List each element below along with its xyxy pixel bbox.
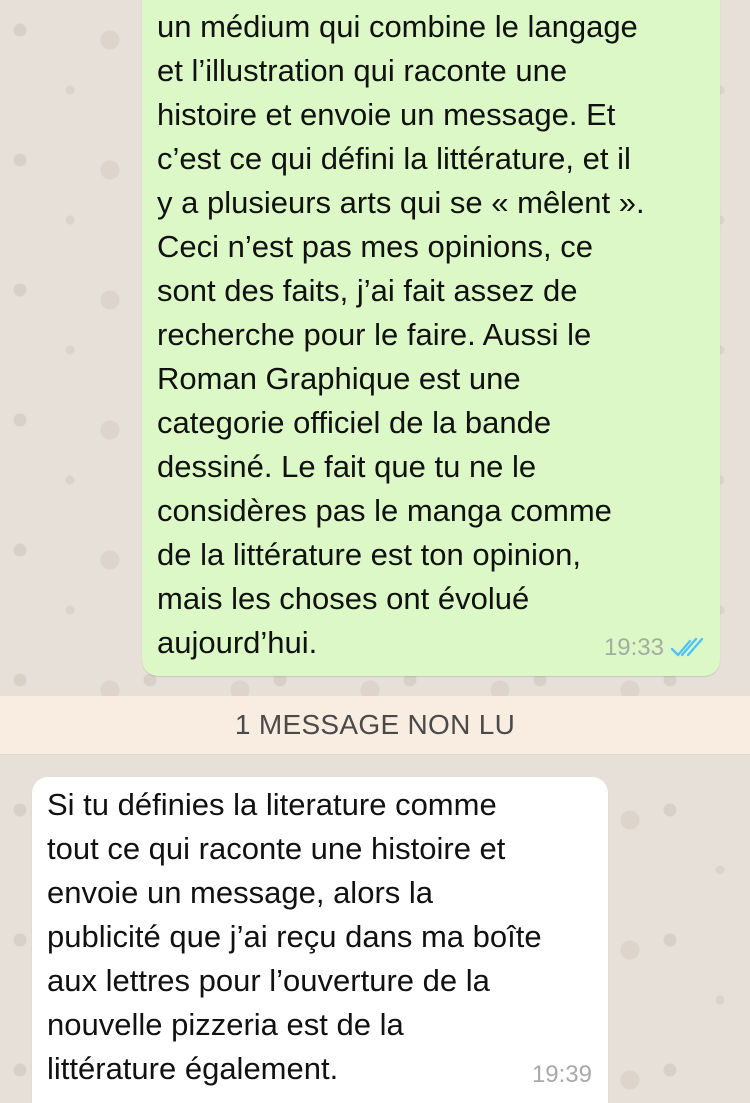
incoming-message-bubble[interactable]: Si tu définies la literature comme tout … (32, 777, 608, 1103)
double-check-read-icon (670, 637, 704, 657)
incoming-message-meta: 19:39 (532, 1053, 592, 1097)
outgoing-message-meta: 19:33 (604, 626, 704, 670)
outgoing-message-time: 19:33 (603, 634, 664, 661)
outgoing-message-text: un médium qui combine le langage et l’il… (157, 9, 645, 660)
unread-messages-banner: 1 MESSAGE NON LU (0, 696, 750, 754)
incoming-message-text: Si tu définies la literature comme tout … (47, 787, 542, 1086)
outgoing-message-bubble[interactable]: un médium qui combine le langage et l’il… (142, 0, 720, 676)
incoming-message-time: 19:39 (531, 1061, 592, 1088)
